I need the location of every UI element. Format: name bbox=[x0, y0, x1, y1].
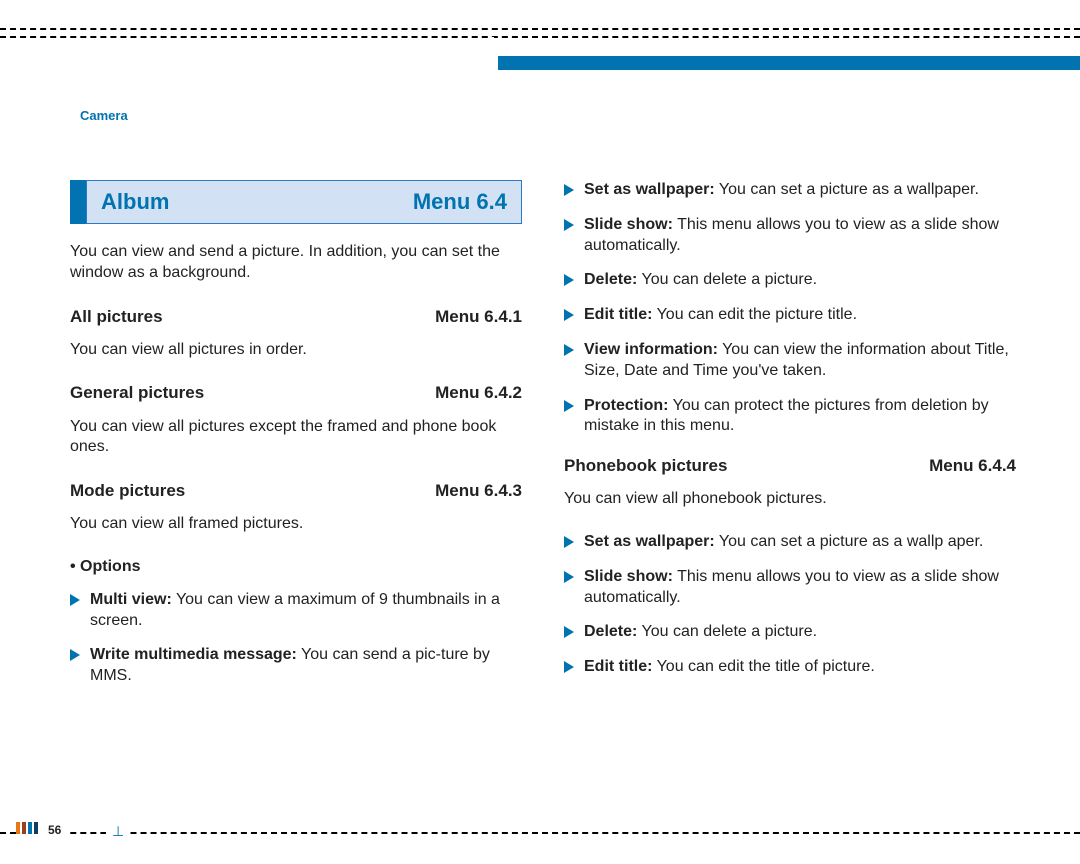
album-heading: Album Menu 6.4 bbox=[70, 180, 522, 224]
all-pictures-desc: You can view all pictures in order. bbox=[70, 340, 522, 361]
phonebook-pictures-desc: You can view all phonebook pictures. bbox=[564, 489, 1016, 510]
all-pictures-heading: All pictures Menu 6.4.1 bbox=[70, 306, 522, 328]
option-write-mms-label: Write multimedia message: bbox=[90, 646, 297, 663]
album-title: Album bbox=[101, 188, 169, 217]
option-edit-title: Edit title: You can edit the picture tit… bbox=[564, 305, 1016, 326]
option-set-wallpaper-text: You can set a picture as a wallpaper. bbox=[715, 181, 979, 198]
page-number: 56 bbox=[48, 823, 61, 839]
general-pictures-desc: You can view all pictures except the fra… bbox=[70, 417, 522, 459]
phonebook-pictures-title: Phonebook pictures bbox=[564, 455, 727, 477]
pb-option-slide-show: Slide show: This menu allows you to view… bbox=[564, 567, 1016, 609]
option-edit-title-label: Edit title: bbox=[584, 306, 652, 323]
pb-option-set-wallpaper-label: Set as wallpaper: bbox=[584, 533, 715, 550]
option-view-info-label: View information: bbox=[584, 341, 718, 358]
footer-page-block: 56 bbox=[16, 822, 69, 839]
option-view-info: View information: You can view the infor… bbox=[564, 340, 1016, 382]
option-set-wallpaper: Set as wallpaper: You can set a picture … bbox=[564, 180, 1016, 201]
section-label: Camera bbox=[80, 108, 128, 125]
mode-pictures-title: Mode pictures bbox=[70, 480, 185, 502]
option-write-mms: Write multimedia message: You can send a… bbox=[70, 645, 522, 687]
header-band-gap bbox=[490, 37, 494, 71]
mode-pictures-desc: You can view all framed pictures. bbox=[70, 514, 522, 535]
general-pictures-menu: Menu 6.4.2 bbox=[435, 382, 522, 404]
mode-options-list-a: Multi view: You can view a maximum of 9 … bbox=[70, 590, 522, 687]
option-delete-label: Delete: bbox=[584, 271, 637, 288]
page-footer: 56 ⊥ bbox=[0, 824, 1080, 844]
top-rule-2 bbox=[0, 36, 1080, 38]
all-pictures-title: All pictures bbox=[70, 306, 163, 328]
pb-option-set-wallpaper-text: You can set a picture as a wallp aper. bbox=[715, 533, 984, 550]
option-slide-show: Slide show: This menu allows you to view… bbox=[564, 215, 1016, 257]
mode-pictures-heading: Mode pictures Menu 6.4.3 bbox=[70, 480, 522, 502]
phonebook-options-list: Set as wallpaper: You can set a picture … bbox=[564, 532, 1016, 678]
options-label: • Options bbox=[70, 557, 522, 578]
header-band-accent bbox=[498, 56, 1080, 70]
mode-pictures-menu: Menu 6.4.3 bbox=[435, 480, 522, 502]
pb-option-delete-label: Delete: bbox=[584, 623, 637, 640]
all-pictures-menu: Menu 6.4.1 bbox=[435, 306, 522, 328]
general-pictures-heading: General pictures Menu 6.4.2 bbox=[70, 382, 522, 404]
pb-option-edit-title-label: Edit title: bbox=[584, 658, 652, 675]
pb-option-delete: Delete: You can delete a picture. bbox=[564, 622, 1016, 643]
footer-rule bbox=[0, 832, 1080, 834]
option-protection: Protection: You can protect the pictures… bbox=[564, 396, 1016, 438]
album-heading-block bbox=[70, 180, 86, 224]
page-body: Album Menu 6.4 You can view and send a p… bbox=[70, 180, 1016, 820]
pb-option-delete-text: You can delete a picture. bbox=[637, 623, 817, 640]
pb-option-edit-title-text: You can edit the title of picture. bbox=[652, 658, 874, 675]
pb-option-set-wallpaper: Set as wallpaper: You can set a picture … bbox=[564, 532, 1016, 553]
option-multi-view-label: Multi view: bbox=[90, 591, 172, 608]
mode-options-list-b: Set as wallpaper: You can set a picture … bbox=[564, 180, 1016, 437]
footer-tick-icon: ⊥ bbox=[106, 822, 130, 840]
left-column: Album Menu 6.4 You can view and send a p… bbox=[70, 180, 522, 820]
right-column: Set as wallpaper: You can set a picture … bbox=[564, 180, 1016, 820]
option-multi-view: Multi view: You can view a maximum of 9 … bbox=[70, 590, 522, 632]
phonebook-pictures-menu: Menu 6.4.4 bbox=[929, 455, 1016, 477]
album-menu: Menu 6.4 bbox=[413, 188, 507, 217]
option-set-wallpaper-label: Set as wallpaper: bbox=[584, 181, 715, 198]
phonebook-pictures-heading: Phonebook pictures Menu 6.4.4 bbox=[564, 455, 1016, 477]
pb-option-edit-title: Edit title: You can edit the title of pi… bbox=[564, 657, 1016, 678]
album-intro: You can view and send a picture. In addi… bbox=[70, 242, 522, 284]
option-edit-title-text: You can edit the picture title. bbox=[652, 306, 857, 323]
footer-bars-icon bbox=[16, 822, 40, 839]
general-pictures-title: General pictures bbox=[70, 382, 204, 404]
option-delete-text: You can delete a picture. bbox=[637, 271, 817, 288]
option-delete: Delete: You can delete a picture. bbox=[564, 270, 1016, 291]
option-slide-show-label: Slide show: bbox=[584, 216, 673, 233]
top-rule-1 bbox=[0, 28, 1080, 30]
option-protection-label: Protection: bbox=[584, 397, 668, 414]
pb-option-slide-show-label: Slide show: bbox=[584, 568, 673, 585]
